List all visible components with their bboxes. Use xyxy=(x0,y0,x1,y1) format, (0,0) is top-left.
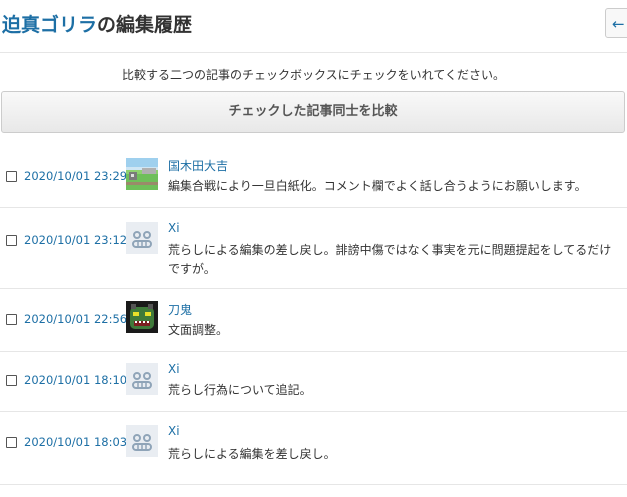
user-link[interactable]: Xi xyxy=(168,221,180,235)
default-face-avatar[interactable] xyxy=(126,425,158,457)
revision-date-link[interactable]: 2020/10/01 18:03 xyxy=(24,435,127,449)
compare-instruction: 比較する二つの記事のチェックボックスにチェックをいれてください。 xyxy=(122,68,505,82)
edit-summary: 荒らしによる編集の差し戻し。誹謗中傷ではなく事実を元に問題提起をしてるだけですが… xyxy=(168,243,612,276)
history-row: 2020/10/01 22:56 刀鬼 文面調整。 xyxy=(0,289,627,352)
user-link[interactable]: 国木田大吉 xyxy=(168,157,228,174)
history-checkbox[interactable] xyxy=(6,314,17,325)
page-title: 迫真ゴリラの編集履歴 xyxy=(2,10,192,37)
user-link[interactable]: Xi xyxy=(168,424,180,438)
revision-date-link[interactable]: 2020/10/01 18:10 xyxy=(24,373,127,387)
user-link[interactable]: Xi xyxy=(168,362,180,376)
edit-summary: 編集合戦により一旦白紙化。コメント欄でよく話し合うようにお願いします。 xyxy=(168,179,587,193)
user-link[interactable]: 刀鬼 xyxy=(168,301,192,318)
article-title-link[interactable]: 迫真ゴリラ xyxy=(2,14,97,36)
history-row: 2020/10/01 18:10 Xi 荒らし行為について追記。 xyxy=(0,352,627,412)
history-row: 2020/10/01 23:29 国木田大吉 編集合戦により一旦白紙化。コメント… xyxy=(0,145,627,208)
page-title-suffix: の編集履歴 xyxy=(97,14,193,36)
edit-summary: 文面調整。 xyxy=(168,323,229,337)
edit-summary: 荒らし行為について追記。 xyxy=(168,383,312,397)
compare-button[interactable]: チェックした記事同士を比較 xyxy=(1,91,625,133)
back-arrow-icon: ← xyxy=(612,15,625,33)
back-button[interactable]: ← xyxy=(605,8,627,38)
green-monster-avatar[interactable] xyxy=(126,301,158,333)
history-list: 2020/10/01 23:29 国木田大吉 編集合戦により一旦白紙化。コメント… xyxy=(0,145,627,485)
landscape-avatar[interactable] xyxy=(126,158,158,190)
revision-date-link[interactable]: 2020/10/01 23:12 xyxy=(24,233,127,247)
edit-summary: 荒らしによる編集を差し戻し。 xyxy=(168,447,336,461)
history-row: 2020/10/01 23:12 Xi 荒らしによる編集の差し戻し。誹謗中傷では… xyxy=(0,208,627,289)
page-header: 迫真ゴリラの編集履歴 ← xyxy=(0,0,627,53)
revision-date-link[interactable]: 2020/10/01 22:56 xyxy=(24,312,127,326)
default-face-avatar[interactable] xyxy=(126,222,158,254)
default-face-avatar[interactable] xyxy=(126,363,158,395)
revision-date-link[interactable]: 2020/10/01 23:29 xyxy=(24,169,127,183)
history-checkbox[interactable] xyxy=(6,437,17,448)
history-row: 2020/10/01 18:03 Xi 荒らしによる編集を差し戻し。 xyxy=(0,412,627,485)
history-checkbox[interactable] xyxy=(6,375,17,386)
history-checkbox[interactable] xyxy=(6,171,17,182)
history-checkbox[interactable] xyxy=(6,235,17,246)
